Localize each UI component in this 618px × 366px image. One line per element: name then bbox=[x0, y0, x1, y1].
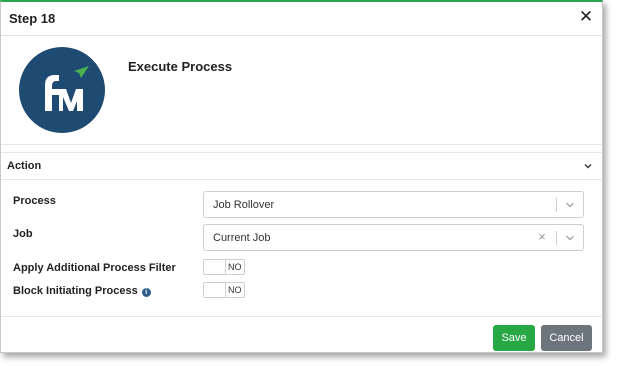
action-section-header[interactable]: Action bbox=[1, 152, 602, 180]
select-divider bbox=[556, 198, 557, 212]
apply-filter-label: Apply Additional Process Filter bbox=[13, 262, 176, 274]
process-label: Process bbox=[13, 195, 56, 207]
cancel-button[interactable]: Cancel bbox=[541, 325, 592, 351]
apply-filter-toggle[interactable]: NO bbox=[203, 259, 245, 275]
fym-logo-icon bbox=[19, 47, 105, 133]
close-icon[interactable]: ✕ bbox=[578, 8, 594, 26]
info-icon[interactable]: i bbox=[141, 288, 151, 297]
job-select-value: Current Job bbox=[213, 232, 271, 244]
chevron-down-icon[interactable] bbox=[583, 161, 593, 171]
select-divider bbox=[556, 231, 557, 245]
chevron-down-icon[interactable] bbox=[565, 234, 575, 242]
action-section-label: Action bbox=[7, 160, 42, 172]
toggle-knob bbox=[204, 260, 226, 274]
clear-icon[interactable]: × bbox=[536, 230, 548, 244]
dialog: Step 18 ✕ Execute Process Action Process… bbox=[0, 0, 603, 353]
job-label: Job bbox=[13, 228, 33, 240]
process-select-value: Job Rollover bbox=[213, 199, 275, 211]
dialog-titlebar: Step 18 ✕ bbox=[1, 2, 602, 36]
process-select[interactable]: Job Rollover bbox=[203, 191, 584, 218]
save-button[interactable]: Save bbox=[493, 325, 535, 351]
process-header: Execute Process bbox=[1, 37, 602, 145]
dialog-title: Step 18 bbox=[9, 11, 56, 26]
toggle-state: NO bbox=[228, 262, 242, 272]
block-initiating-label: Block Initiating Process i bbox=[13, 285, 151, 297]
toggle-state: NO bbox=[228, 285, 242, 295]
job-select[interactable]: Current Job × bbox=[203, 224, 584, 251]
block-initiating-toggle[interactable]: NO bbox=[203, 282, 245, 298]
toggle-knob bbox=[204, 283, 226, 297]
footer-divider bbox=[1, 316, 602, 317]
chevron-down-icon[interactable] bbox=[565, 201, 575, 209]
block-initiating-label-text: Block Initiating Process bbox=[13, 285, 138, 297]
page-title: Execute Process bbox=[128, 59, 233, 74]
